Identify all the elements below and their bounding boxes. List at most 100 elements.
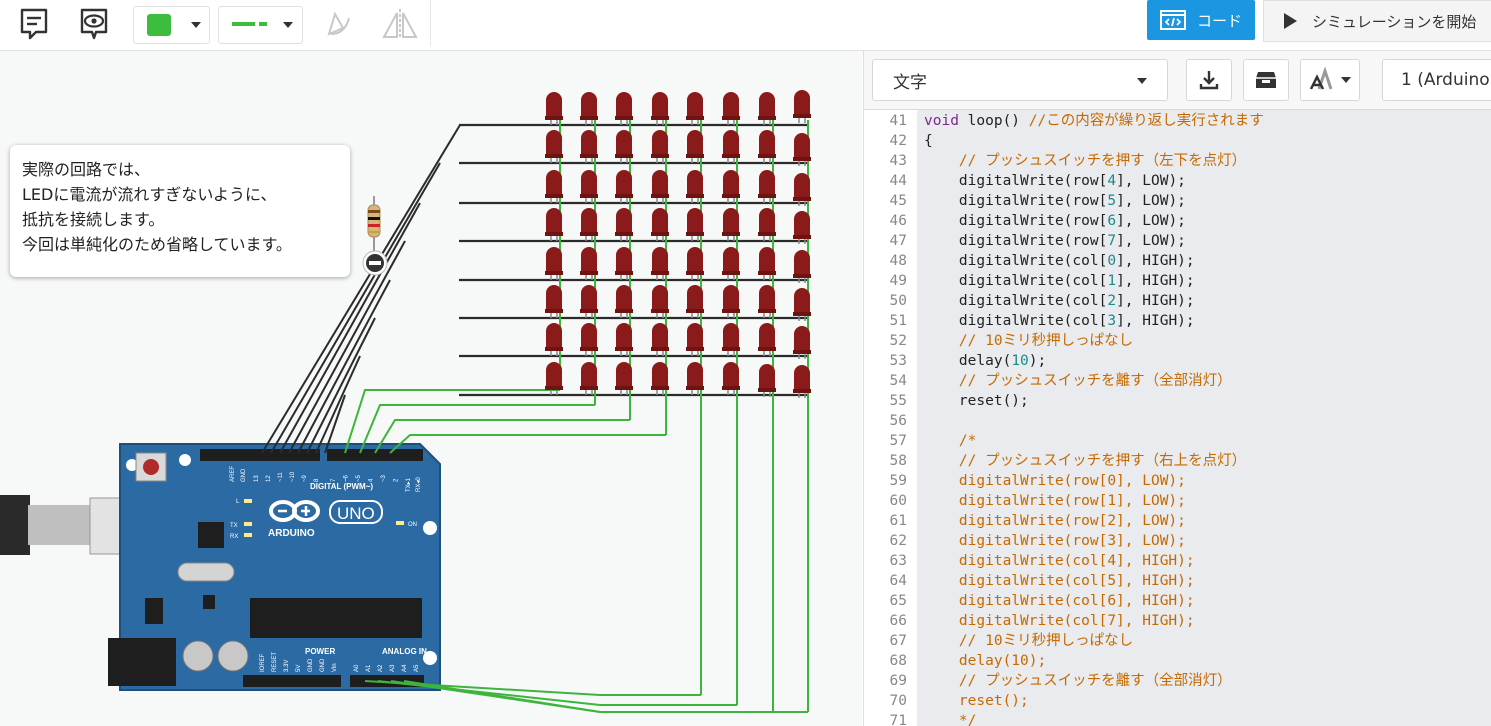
rotate-icon [327, 11, 350, 36]
pin-label: RESET [272, 652, 278, 672]
code-mode-select[interactable]: 文字 [872, 59, 1168, 101]
code-line: digitalWrite(row[2], LOW); [924, 513, 1186, 529]
capacitor [217, 640, 249, 672]
chevron-down-icon [283, 22, 293, 28]
led-rim [615, 386, 633, 390]
led-body [759, 130, 775, 155]
code-area[interactable]: void loop() //この内容が繰り返し実行されます { // プッシュスイ… [917, 110, 1491, 726]
notes-icon [20, 8, 48, 40]
led-rim [793, 274, 811, 278]
note-line: 実際の回路では、 [22, 160, 151, 179]
led-rim [615, 116, 633, 120]
line-number: 66 [889, 613, 907, 629]
led-rim [651, 386, 669, 390]
led-matrix[interactable] [545, 90, 811, 398]
led-rim [793, 235, 811, 239]
pin-label: ~10 [290, 471, 296, 482]
led-body [794, 326, 810, 351]
library-button[interactable] [1243, 59, 1289, 101]
power-label: POWER [305, 647, 335, 656]
led-body [687, 285, 703, 310]
mount-hole [179, 454, 191, 466]
pin-label: GND [320, 658, 326, 672]
line-number: 41 [889, 113, 907, 129]
code-line: delay(10); [924, 353, 1047, 369]
reset-button-cap [143, 459, 159, 475]
code-line: /* [924, 433, 977, 449]
code-line: // プッシュスイッチを押す（左下を点灯） [924, 153, 1247, 169]
usb-plug [28, 505, 90, 545]
led-body [687, 208, 703, 233]
led-rim [545, 116, 563, 120]
line-number: 61 [889, 513, 907, 529]
atmega-chip [250, 598, 422, 638]
color-picker[interactable] [133, 6, 210, 44]
led-rim [758, 309, 776, 313]
flip-button[interactable] [378, 4, 422, 44]
led-rim [651, 154, 669, 158]
code-button[interactable]: コード [1147, 0, 1255, 40]
capacitor [182, 640, 214, 672]
mount-hole [423, 521, 437, 535]
visibility-button[interactable] [74, 4, 114, 44]
led-rim [580, 154, 598, 158]
code-line: // プッシュスイッチを離す（全部消灯） [924, 373, 1232, 389]
code-line: digitalWrite(row[5], LOW); [924, 193, 1186, 209]
led-body [546, 130, 562, 155]
code-line: reset(); [924, 393, 1029, 409]
font-size-button[interactable] [1300, 59, 1360, 101]
led-body [616, 130, 632, 155]
board-select[interactable]: 1 (Arduino Uno R3) [1382, 59, 1491, 101]
code-toolbar: 文字 1 (Arduino Uno R3) [864, 51, 1491, 110]
line-number: 63 [889, 553, 907, 569]
notes-button[interactable] [14, 4, 54, 44]
led-rim [615, 309, 633, 313]
digital-header-right [327, 449, 423, 461]
line-style-picker[interactable] [218, 6, 303, 44]
pin-label: RX◂0 [416, 477, 422, 492]
rotate-button[interactable] [318, 4, 358, 44]
led-rim [615, 271, 633, 275]
line-number: 65 [889, 593, 907, 609]
start-simulation-button[interactable]: シミュレーションを開始 [1263, 0, 1491, 42]
pin-label: GND [308, 658, 314, 672]
minus-icon [369, 261, 381, 265]
code-line: digitalWrite(col[7], HIGH); [924, 613, 1195, 629]
led-rim [722, 386, 740, 390]
code-line: digitalWrite(row[3], LOW); [924, 533, 1186, 549]
line-number: 68 [889, 653, 907, 669]
led-body [546, 323, 562, 348]
led-body [723, 323, 739, 348]
led-rim [545, 271, 563, 275]
led-body [687, 92, 703, 117]
led-rim [580, 232, 598, 236]
code-line: digitalWrite(row[6], LOW); [924, 213, 1186, 229]
line-number: 69 [889, 673, 907, 689]
code-line: // 10ミリ秒押しっぱなし [924, 333, 1134, 349]
pin-label: Vin [332, 663, 338, 672]
chevron-down-icon [191, 22, 201, 28]
line-number: 58 [889, 453, 907, 469]
led-rim [722, 232, 740, 236]
line-number: 42 [889, 133, 907, 149]
eye-icon [80, 8, 108, 40]
line-number: 67 [889, 633, 907, 649]
line-number: 56 [889, 413, 907, 429]
circuit-canvas[interactable]: ARDUINO UNO DIGITAL (PWM~) POWER ANALOG … [0, 51, 862, 726]
led-rim [686, 116, 704, 120]
led-rim [758, 116, 776, 120]
led-body [581, 92, 597, 117]
board-select-value: 1 (Arduino Uno R3) [1401, 70, 1491, 90]
led-rim [651, 309, 669, 313]
led[interactable] [793, 90, 811, 123]
usb-chip [198, 522, 224, 548]
led-body [687, 130, 703, 155]
download-button[interactable] [1186, 59, 1232, 101]
resistor[interactable] [367, 196, 381, 252]
code-line: digitalWrite(col[3], HIGH); [924, 313, 1195, 329]
pin-label: ~6 [344, 474, 350, 482]
code-line: digitalWrite(col[0], HIGH); [924, 253, 1195, 269]
code-editor[interactable]: 41 42 43 44 45 46 47 48 49 50 51 52 53 54 55 56 57 58 59 60… [864, 110, 1491, 726]
led-rim [793, 114, 811, 118]
annotation-note[interactable]: 実際の回路では、 LEDに電流が流れすぎないように、 抵抗を接続します。 今回は… [10, 145, 350, 277]
